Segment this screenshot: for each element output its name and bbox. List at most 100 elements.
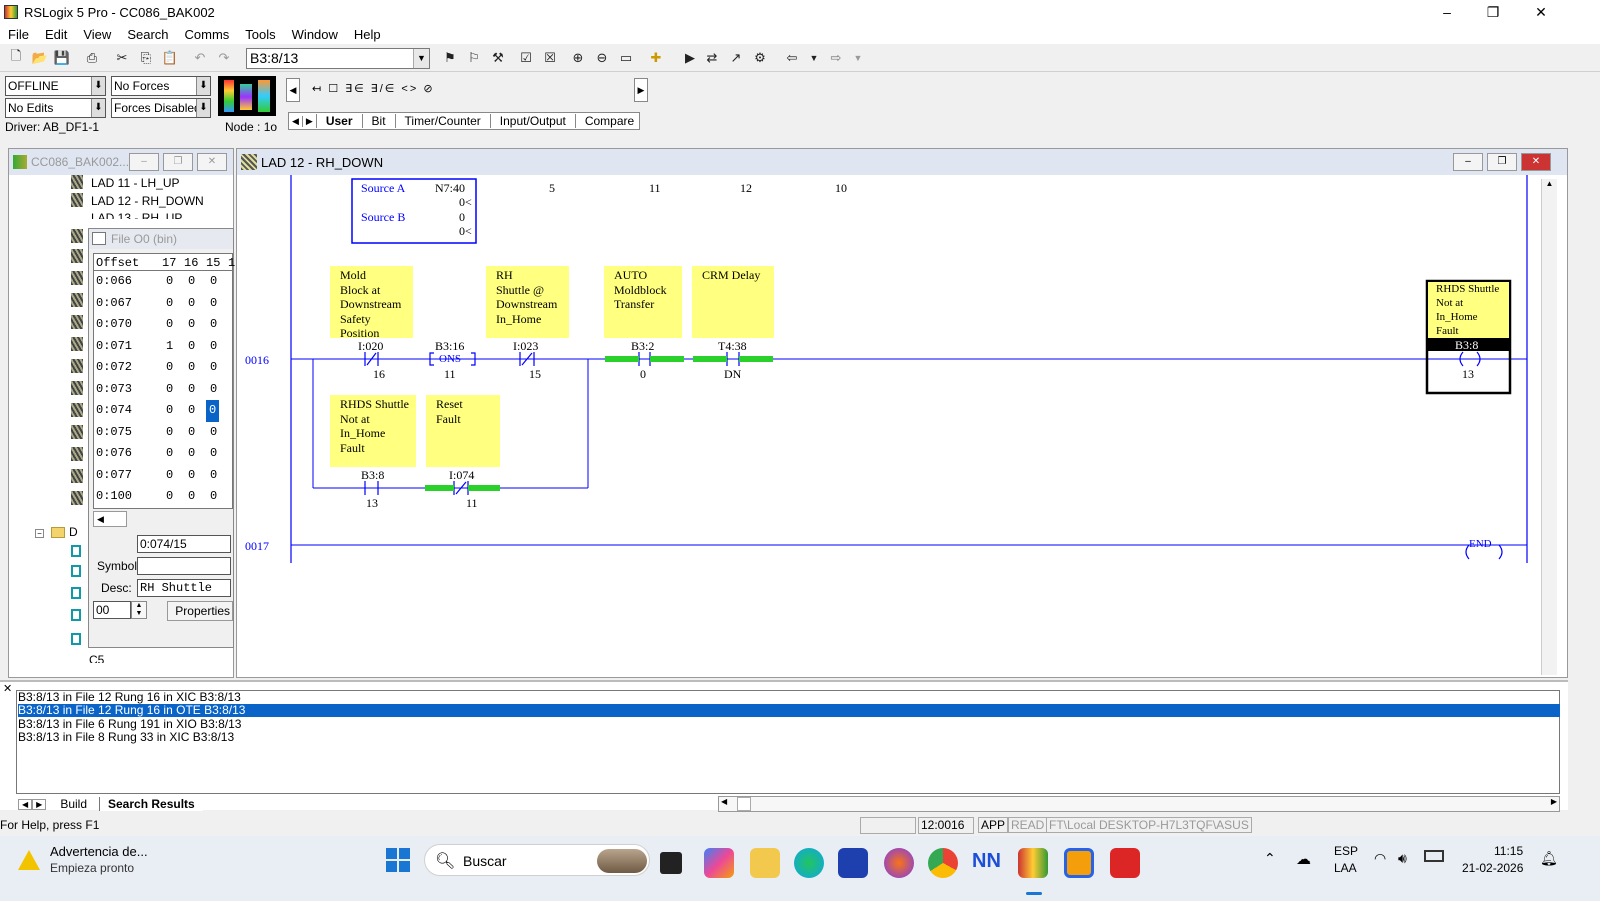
tab-compare[interactable]: Compare: [574, 114, 643, 128]
tab-first-icon[interactable]: ◀: [18, 798, 33, 810]
result-item-selected[interactable]: B3:8/13 in File 12 Rung 16 in OTE B3:8/1…: [18, 704, 1560, 717]
table-row[interactable]: 0:075 0 0 0: [94, 422, 232, 444]
tree-item-lad13[interactable]: LAD 13 - RH_UP: [91, 211, 182, 219]
palette-right-arrow-icon[interactable]: ▶: [634, 78, 648, 102]
undo-icon[interactable]: ↶: [190, 48, 210, 68]
bit-cell[interactable]: 0: [188, 379, 195, 401]
find-icon[interactable]: ⚑: [440, 48, 460, 68]
verify-project-icon[interactable]: ☒: [540, 48, 560, 68]
bit-cell[interactable]: 0: [166, 422, 173, 444]
redo-icon[interactable]: ↷: [214, 48, 234, 68]
bit-cell[interactable]: 0: [188, 400, 195, 422]
table-row[interactable]: 0:072 0 0 0: [94, 357, 232, 379]
cut-icon[interactable]: ✂: [112, 48, 132, 68]
table-row[interactable]: 0:077 0 0 0: [94, 465, 232, 487]
nn-app-icon[interactable]: NN: [972, 850, 1001, 873]
bit-cell[interactable]: 0: [188, 465, 195, 487]
bit-cell[interactable]: 0: [166, 357, 173, 379]
battery-icon[interactable]: [1424, 850, 1444, 862]
contact-address[interactable]: T4:38: [718, 339, 747, 354]
proj-close-button[interactable]: ✕: [197, 153, 227, 171]
close-pane-icon[interactable]: ✕: [3, 682, 12, 695]
copilot-icon[interactable]: [704, 848, 734, 878]
bit-cell[interactable]: 0: [210, 379, 217, 401]
address-field[interactable]: 0:074/15: [137, 535, 231, 553]
chevron-down-icon[interactable]: ▼: [413, 49, 429, 68]
tree-item-lad12[interactable]: LAD 12 - RH_DOWN: [91, 194, 204, 208]
proj-restore-button[interactable]: ❐: [163, 153, 193, 171]
menu-help[interactable]: Help: [346, 27, 389, 42]
table-row[interactable]: 0:076 0 0 0: [94, 443, 232, 465]
tree-item-lad11[interactable]: LAD 11 - LH_UP: [91, 176, 179, 190]
save-icon[interactable]: 💾: [52, 48, 72, 68]
find-next-icon[interactable]: ⚐: [464, 48, 484, 68]
bit-cell[interactable]: 0: [210, 465, 217, 487]
result-item[interactable]: B3:8/13 in File 8 Rung 33 in XIC B3:8/13: [18, 731, 234, 744]
chevron-up-icon[interactable]: ⌃: [1264, 850, 1276, 867]
tab-prev-icon[interactable]: ◀: [289, 116, 302, 127]
acrobat-icon[interactable]: [1110, 848, 1140, 878]
table-row[interactable]: 0:070 0 0 0: [94, 314, 232, 336]
tree-item-data-folder[interactable]: D: [69, 525, 78, 539]
bit-cell[interactable]: 0: [166, 443, 173, 465]
settings-icon[interactable]: ⚙: [750, 48, 770, 68]
clock-time[interactable]: 11:15: [1494, 844, 1523, 858]
replace-icon[interactable]: ⚒: [488, 48, 508, 68]
menu-window[interactable]: Window: [284, 27, 346, 42]
restore-button[interactable]: ❐: [1470, 0, 1516, 24]
table-row[interactable]: 0:071 1 0 0: [94, 336, 232, 358]
new-file-icon[interactable]: 🗋: [6, 48, 26, 68]
rung-instructions-icons[interactable]: ↤ ☐ ∃∈ ∃/∈ <> ⊘: [312, 82, 435, 95]
table-row[interactable]: 0:074 0 0 0: [94, 400, 232, 422]
contact-address[interactable]: I:074: [449, 468, 474, 483]
tab-user[interactable]: User: [315, 114, 362, 128]
tree-item-c5[interactable]: C5: [89, 653, 104, 663]
forces-select[interactable]: No Forces ⬇: [111, 76, 211, 96]
vertical-scrollbar[interactable]: ▲: [1541, 179, 1557, 675]
menu-comms[interactable]: Comms: [177, 27, 238, 42]
contact-address[interactable]: B3:16: [435, 339, 464, 354]
radix-field[interactable]: 00: [93, 601, 131, 619]
remote-app-icon[interactable]: [1064, 848, 1094, 878]
tab-search-results[interactable]: Search Results: [99, 797, 203, 811]
bit-cell[interactable]: 0: [188, 271, 195, 293]
task-view-icon[interactable]: [660, 852, 682, 874]
symbol-field[interactable]: [137, 557, 231, 575]
lad-minimize-button[interactable]: –: [1453, 153, 1483, 171]
bit-cell[interactable]: 0: [210, 486, 217, 508]
table-row[interactable]: 0:100 0 0 0: [94, 486, 232, 508]
bit-cell[interactable]: 0: [210, 336, 217, 358]
scroll-left-icon[interactable]: ◀: [721, 797, 727, 806]
bit-cell[interactable]: 0: [188, 357, 195, 379]
print-icon[interactable]: ⎙: [82, 48, 102, 68]
chrome-icon[interactable]: [928, 848, 958, 878]
volume-icon[interactable]: 🔊︎: [1398, 850, 1407, 867]
rung-number-16[interactable]: 0016: [245, 353, 269, 368]
zoom-out-icon[interactable]: ⊖: [592, 48, 612, 68]
contact-address[interactable]: I:023: [513, 339, 538, 354]
bit-cell[interactable]: 0: [188, 443, 195, 465]
radix-spinner-icon[interactable]: ▲ ▼: [131, 601, 147, 619]
cloud-sync-icon[interactable]: ☁: [1296, 850, 1311, 868]
language-code[interactable]: ESP: [1334, 844, 1358, 858]
chart-icon[interactable]: ↗: [726, 48, 746, 68]
bit-cell[interactable]: 0: [210, 271, 217, 293]
tab-input-output[interactable]: Input/Output: [489, 114, 575, 128]
desc-field[interactable]: RH Shuttle: [137, 579, 231, 597]
horizontal-scrollbar[interactable]: ◀ ▶: [718, 796, 1560, 812]
firefox-icon[interactable]: [884, 848, 914, 878]
store-icon[interactable]: [838, 848, 868, 878]
windows-start-icon[interactable]: [386, 848, 410, 872]
tab-timer-counter[interactable]: Timer/Counter: [394, 114, 490, 128]
bit-cell[interactable]: 0: [188, 293, 195, 315]
paste-icon[interactable]: 📋: [160, 48, 180, 68]
contact-address[interactable]: B3:8: [361, 468, 384, 483]
bit-cell[interactable]: 0: [210, 443, 217, 465]
properties-button[interactable]: Properties: [167, 601, 233, 621]
bit-cell[interactable]: 0: [188, 314, 195, 336]
table-row[interactable]: 0:073 0 0 0: [94, 379, 232, 401]
tab-last-icon[interactable]: ▶: [32, 798, 47, 810]
taskbar-search[interactable]: 🔍︎ Buscar: [424, 844, 650, 876]
forward-arrow-icon[interactable]: ⇨: [826, 48, 846, 68]
notification-bell-icon[interactable]: 🔔︎: [1540, 850, 1558, 867]
